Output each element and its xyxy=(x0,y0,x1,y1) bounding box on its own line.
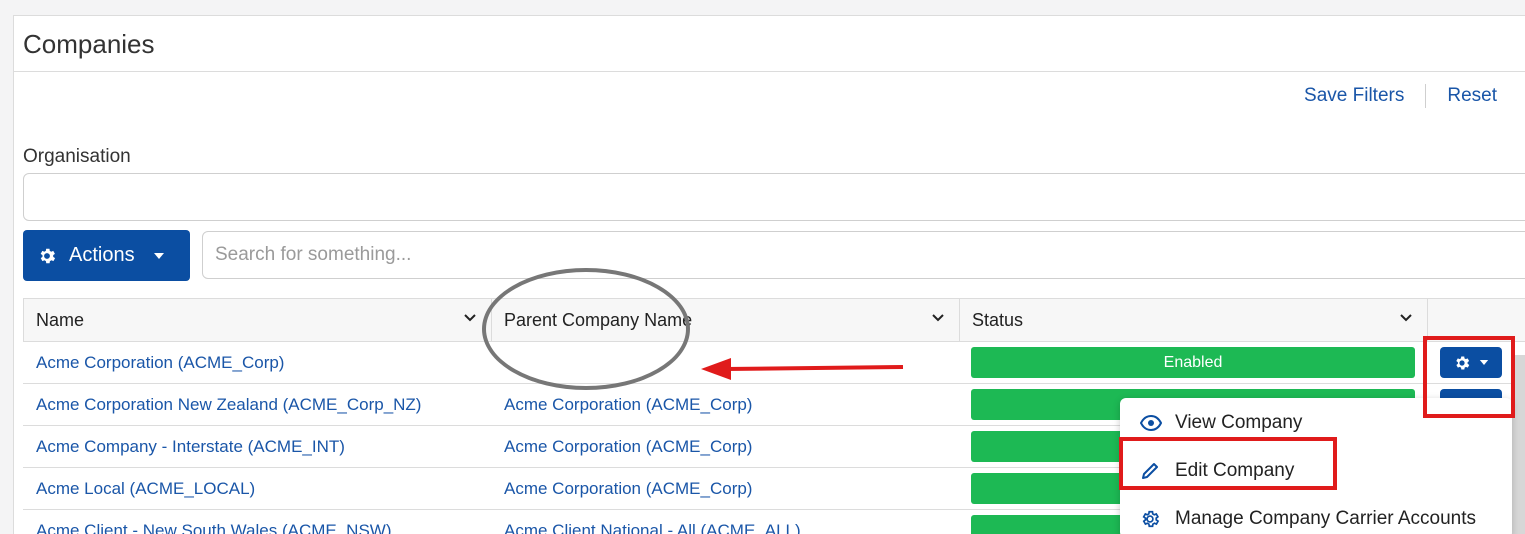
column-header-status[interactable]: Status xyxy=(959,299,1427,341)
parent-company-link[interactable]: Acme Corporation (ACME_Corp) xyxy=(504,468,752,509)
column-header-name[interactable]: Name xyxy=(24,299,491,341)
search-input[interactable] xyxy=(202,231,1525,279)
chevron-down-icon[interactable] xyxy=(1399,313,1413,323)
actions-label: Actions xyxy=(69,244,135,266)
organisation-label: Organisation xyxy=(23,146,131,167)
annotation-highlight-edit xyxy=(1119,437,1337,490)
menu-item-label: Manage Company Carrier Accounts xyxy=(1175,508,1476,529)
filter-links: Save Filters Reset xyxy=(1304,84,1497,108)
page-title: Companies xyxy=(23,29,155,59)
company-name-link[interactable]: Acme Local (ACME_LOCAL) xyxy=(36,468,255,509)
eye-icon xyxy=(1140,415,1164,431)
parent-company-link[interactable]: Acme Client National - All (ACME_ALL) xyxy=(504,510,801,534)
annotation-arrow xyxy=(701,358,904,380)
gear-icon xyxy=(1140,509,1164,529)
save-filters-link[interactable]: Save Filters xyxy=(1304,85,1404,107)
company-name-link[interactable]: Acme Company - Interstate (ACME_INT) xyxy=(36,426,345,467)
column-header-actions xyxy=(1427,299,1525,341)
chevron-down-icon[interactable] xyxy=(931,313,945,323)
parent-company-link[interactable]: Acme Corporation (ACME_Corp) xyxy=(504,384,752,425)
column-header-label: Status xyxy=(972,309,1024,330)
column-header-label: Name xyxy=(36,309,85,330)
reset-link[interactable]: Reset xyxy=(1447,85,1497,107)
parent-company-link[interactable]: Acme Corporation (ACME_Corp) xyxy=(504,426,752,467)
company-name-link[interactable]: Acme Corporation New Zealand (ACME_Corp_… xyxy=(36,384,421,425)
chevron-down-icon[interactable] xyxy=(463,313,477,323)
annotation-ellipse xyxy=(482,268,690,390)
company-name-link[interactable]: Acme Corporation (ACME_Corp) xyxy=(36,342,284,383)
menu-item-label: View Company xyxy=(1175,412,1303,433)
organisation-select[interactable] xyxy=(23,173,1525,221)
actions-button[interactable]: Actions xyxy=(23,230,190,281)
caret-down-icon xyxy=(153,252,165,260)
gear-icon xyxy=(37,246,57,266)
table-header: Name Parent Company Name Status xyxy=(23,298,1525,342)
company-name-link[interactable]: Acme Client - New South Wales (ACME_NSW) xyxy=(36,510,392,534)
annotation-highlight-gear xyxy=(1423,336,1515,418)
menu-item-manage-carrier-accounts[interactable]: Manage Company Carrier Accounts xyxy=(1120,497,1512,534)
title-divider xyxy=(14,71,1525,72)
status-badge: Enabled xyxy=(971,347,1415,378)
filter-links-divider xyxy=(1425,84,1427,108)
